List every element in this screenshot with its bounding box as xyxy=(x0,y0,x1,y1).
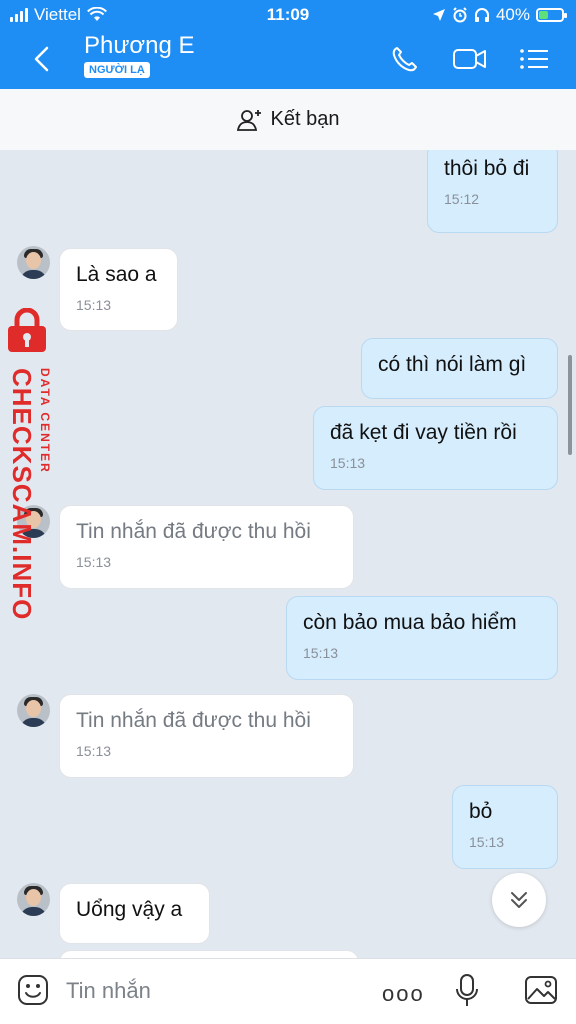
location-icon xyxy=(432,9,445,21)
message-bubble-sent[interactable]: đã kẹt đi vay tiền rồi 15:13 xyxy=(313,406,558,490)
alarm-icon xyxy=(453,7,467,23)
message-time: 15:13 xyxy=(76,297,112,313)
message-time: 15:13 xyxy=(330,455,366,471)
message-text: Uổng vậy a xyxy=(76,898,183,921)
message-time: 15:13 xyxy=(303,645,339,661)
message-text: còn bảo mua bảo hiểm xyxy=(303,611,517,634)
message-bubble-received[interactable]: Uổng vậy a xyxy=(59,883,210,944)
more-icon[interactable]: ooo xyxy=(382,981,425,1007)
battery-percent: 40% xyxy=(495,5,530,24)
add-friend-label: Kết bạn xyxy=(270,108,340,130)
battery-level xyxy=(539,11,548,19)
avatar[interactable] xyxy=(17,246,50,279)
add-user-icon xyxy=(236,109,261,131)
microphone-icon[interactable] xyxy=(454,973,480,1009)
watermark-sub-text: DATA CENTER xyxy=(38,368,52,474)
message-bubble-received[interactable]: Là sao a 15:13 xyxy=(59,248,178,331)
message-bubble-sent[interactable]: còn bảo mua bảo hiểm 15:13 xyxy=(286,596,558,680)
message-time: 15:12 xyxy=(444,191,480,207)
message-text: có thì nói làm gì xyxy=(378,353,527,376)
status-bar: Viettel 11:09 40% xyxy=(0,0,576,30)
menu-icon[interactable] xyxy=(516,44,552,74)
headphones-icon xyxy=(474,8,489,22)
contact-title[interactable]: Phương E NGƯỜI LẠ xyxy=(84,32,195,78)
watermark: CHECKSCAM.INFO DATA CENTER xyxy=(4,308,64,620)
message-text: thôi bỏ đi xyxy=(444,157,530,180)
emoji-icon[interactable] xyxy=(17,974,49,1006)
message-text: Tin nhắn đã được thu hồi xyxy=(76,709,311,732)
message-text: Tin nhắn đã được thu hồi xyxy=(76,520,311,543)
lock-icon xyxy=(8,308,46,352)
avatar[interactable] xyxy=(17,883,50,916)
message-bubble-sent[interactable]: bỏ 15:13 xyxy=(452,785,558,869)
battery-charging-icon xyxy=(536,8,567,22)
stranger-badge: NGƯỜI LẠ xyxy=(84,62,150,78)
contact-name: Phương E xyxy=(84,32,195,59)
message-bubble-sent[interactable]: thôi bỏ đi 15:12 xyxy=(427,150,558,233)
message-bubble-recalled[interactable]: Tin nhắn đã được thu hồi 15:13 xyxy=(59,694,354,778)
scrollbar[interactable] xyxy=(568,355,572,455)
message-text: bỏ xyxy=(469,800,493,823)
status-right: 40% xyxy=(432,5,567,25)
message-list[interactable]: thôi bỏ đi 15:12 Là sao a 15:13 có thì n… xyxy=(0,150,576,958)
scroll-to-bottom-button[interactable] xyxy=(492,873,546,927)
chevron-left-icon[interactable] xyxy=(28,44,58,74)
image-icon[interactable] xyxy=(524,974,558,1006)
message-bubble-partial[interactable] xyxy=(59,950,359,958)
message-input-bar: ooo xyxy=(0,958,576,1024)
message-time: 15:13 xyxy=(469,834,505,850)
avatar[interactable] xyxy=(17,694,50,727)
message-text: đã kẹt đi vay tiền rồi xyxy=(330,421,517,444)
chat-header: Viettel 11:09 40% Phương E NGƯỜI LẠ xyxy=(0,0,576,89)
message-time: 15:13 xyxy=(76,554,112,570)
add-friend-button[interactable]: Kết bạn xyxy=(0,89,576,150)
message-input[interactable] xyxy=(66,975,346,1007)
message-text: Là sao a xyxy=(76,263,157,286)
watermark-main-text: CHECKSCAM.INFO xyxy=(7,368,37,621)
phone-icon[interactable] xyxy=(388,44,424,74)
message-bubble-sent[interactable]: có thì nói làm gì xyxy=(361,338,558,399)
video-call-icon[interactable] xyxy=(452,44,488,74)
double-chevron-down-icon xyxy=(511,892,527,908)
message-time: 15:13 xyxy=(76,743,112,759)
message-bubble-recalled[interactable]: Tin nhắn đã được thu hồi 15:13 xyxy=(59,505,354,589)
